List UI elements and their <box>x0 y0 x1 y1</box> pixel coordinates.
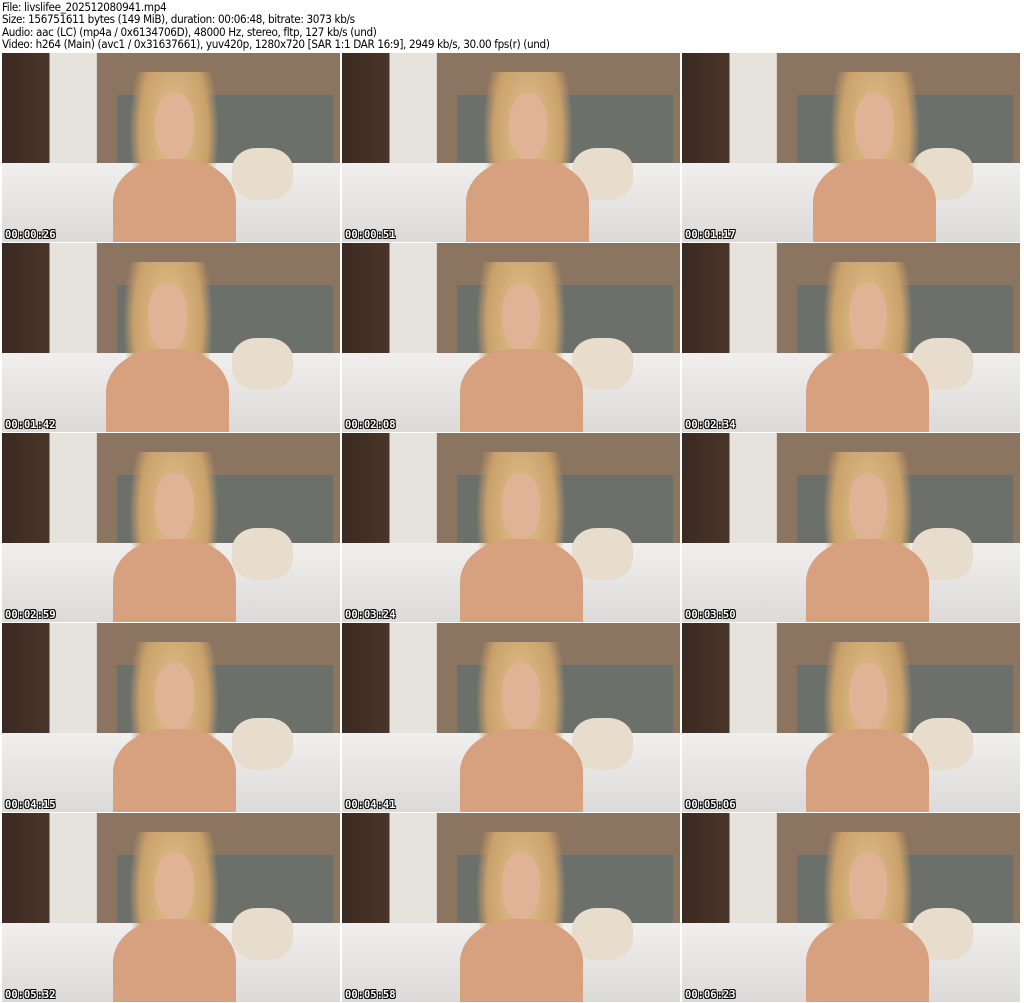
video-thumbnail: 00:00:51 <box>342 53 680 242</box>
person-figure <box>806 831 930 1002</box>
video-thumbnail: 00:03:24 <box>342 433 680 622</box>
person-figure <box>466 71 590 242</box>
pillow <box>231 907 293 961</box>
timestamp-label: 00:01:42 <box>5 419 56 431</box>
video-thumbnail: 00:02:34 <box>682 243 1020 432</box>
timestamp-label: 00:04:41 <box>345 799 396 811</box>
thumbnail-grid: 00:00:26 00:00:51 00:01:17 00:01:42 00:02:08… <box>2 53 1020 1002</box>
file-size-info: Size: 156751611 bytes (149 MiB), duratio… <box>2 12 355 27</box>
file-info-header: File: livslifee_202512080941.mp4 Size: 1… <box>2 1 550 51</box>
pillow <box>231 717 293 771</box>
timestamp-label: 00:05:58 <box>345 989 396 1001</box>
person-figure <box>112 71 236 242</box>
video-info: Video: h264 (Main) (avc1 / 0x31637661), … <box>2 37 550 52</box>
video-thumbnail: 00:06:23 <box>682 813 1020 1002</box>
timestamp-label: 00:02:59 <box>5 609 56 621</box>
pillow <box>231 147 293 201</box>
timestamp-label: 00:03:50 <box>685 609 736 621</box>
video-thumbnail: 00:01:42 <box>2 243 340 432</box>
video-thumbnail: 00:04:41 <box>342 623 680 812</box>
person-figure <box>459 831 583 1002</box>
video-thumbnail: 00:05:06 <box>682 623 1020 812</box>
video-thumbnail: 00:00:26 <box>2 53 340 242</box>
person-figure <box>806 451 930 622</box>
person-figure <box>806 261 930 432</box>
timestamp-label: 00:06:23 <box>685 989 736 1001</box>
timestamp-label: 00:04:15 <box>5 799 56 811</box>
video-thumbnail: 00:03:50 <box>682 433 1020 622</box>
timestamp-label: 00:00:26 <box>5 229 56 241</box>
video-thumbnail: 00:04:15 <box>2 623 340 812</box>
person-figure <box>813 71 937 242</box>
timestamp-label: 00:03:24 <box>345 609 396 621</box>
timestamp-label: 00:02:08 <box>345 419 396 431</box>
pillow <box>231 337 293 391</box>
pillow <box>231 527 293 581</box>
person-figure <box>806 641 930 812</box>
timestamp-label: 00:02:34 <box>685 419 736 431</box>
timestamp-label: 00:05:32 <box>5 989 56 1001</box>
person-figure <box>459 641 583 812</box>
timestamp-label: 00:01:17 <box>685 229 736 241</box>
video-thumbnail: 00:02:08 <box>342 243 680 432</box>
person-figure <box>459 451 583 622</box>
person-figure <box>112 641 236 812</box>
person-figure <box>459 261 583 432</box>
video-thumbnail: 00:02:59 <box>2 433 340 622</box>
timestamp-label: 00:05:06 <box>685 799 736 811</box>
video-thumbnail: 00:05:32 <box>2 813 340 1002</box>
person-figure <box>112 831 236 1002</box>
person-figure <box>106 261 230 432</box>
video-thumbnail: 00:05:58 <box>342 813 680 1002</box>
timestamp-label: 00:00:51 <box>345 229 396 241</box>
person-figure <box>112 451 236 622</box>
video-thumbnail: 00:01:17 <box>682 53 1020 242</box>
